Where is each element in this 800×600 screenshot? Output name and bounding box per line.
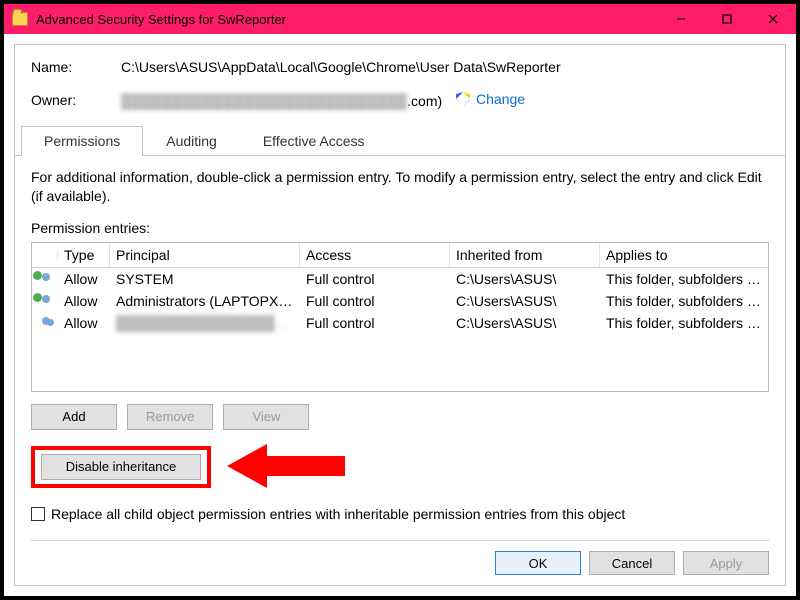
remove-button: Remove — [127, 404, 213, 430]
tab-auditing[interactable]: Auditing — [143, 126, 240, 156]
name-value: C:\Users\ASUS\AppData\Local\Google\Chrom… — [121, 59, 769, 75]
shield-icon — [456, 92, 470, 106]
add-button[interactable]: Add — [31, 404, 117, 430]
owner-redacted: ████████████████████████████ — [121, 93, 407, 109]
dialog-footer: OK Cancel Apply — [31, 540, 769, 575]
owner-value: ████████████████████████████.com) Change — [121, 91, 769, 109]
view-button: View — [223, 404, 309, 430]
col-access[interactable]: Access — [300, 243, 450, 267]
disable-inheritance-button[interactable]: Disable inheritance — [41, 454, 201, 480]
apply-button: Apply — [683, 551, 769, 575]
entries-label: Permission entries: — [31, 220, 769, 236]
ok-button[interactable]: OK — [495, 551, 581, 575]
folder-icon — [12, 12, 28, 26]
change-owner-label: Change — [476, 91, 525, 107]
name-label: Name: — [31, 59, 121, 75]
col-inherited[interactable]: Inherited from — [450, 243, 600, 267]
col-applies[interactable]: Applies to — [600, 243, 768, 267]
minimize-button[interactable] — [658, 4, 704, 34]
window-title: Advanced Security Settings for SwReporte… — [36, 12, 658, 27]
tab-effective-access[interactable]: Effective Access — [240, 126, 388, 156]
tab-strip: Permissions Auditing Effective Access — [15, 125, 785, 156]
owner-label: Owner: — [31, 92, 121, 108]
annotation-arrow-icon — [227, 436, 347, 499]
replace-child-permissions-label: Replace all child object permission entr… — [51, 506, 625, 522]
col-type[interactable]: Type — [58, 243, 110, 267]
grid-header: Type Principal Access Inherited from App… — [32, 243, 768, 268]
table-row[interactable]: Allow Administrators (LAPTOPXPRI... Full… — [32, 290, 768, 312]
annotation-highlight: Disable inheritance — [31, 446, 211, 488]
table-row[interactable]: Allow SYSTEM Full control C:\Users\ASUS\… — [32, 268, 768, 290]
col-principal[interactable]: Principal — [110, 243, 300, 267]
table-row[interactable]: Allow ████████████████████ Full control … — [32, 312, 768, 334]
cancel-button[interactable]: Cancel — [589, 551, 675, 575]
replace-child-permissions-checkbox[interactable] — [31, 507, 45, 521]
hint-text: For additional information, double-click… — [31, 168, 769, 206]
dialog-content: Name: C:\Users\ASUS\AppData\Local\Google… — [14, 44, 786, 586]
tab-permissions[interactable]: Permissions — [21, 126, 143, 156]
maximize-button[interactable] — [704, 4, 750, 34]
permission-entries-grid[interactable]: Type Principal Access Inherited from App… — [31, 242, 769, 392]
change-owner-link[interactable]: Change — [456, 91, 525, 107]
close-button[interactable] — [750, 4, 796, 34]
title-bar: Advanced Security Settings for SwReporte… — [4, 4, 796, 34]
